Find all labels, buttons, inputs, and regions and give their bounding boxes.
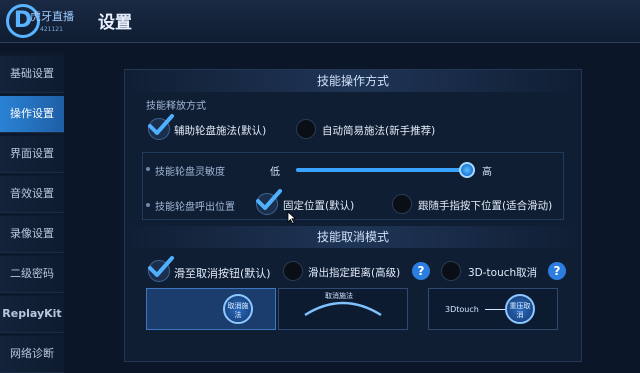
sidebar: 基础设置 操作设置 界面设置 音效设置 录像设置 二级密码 ReplayKit … [0,52,64,373]
sensitivity-label: 技能轮盘灵敏度 [155,167,225,178]
option-slide-distance-checkbox[interactable] [283,261,303,281]
preview-3dtouch: 3Dtouch 重压取消 [428,288,558,330]
bullet [146,203,150,207]
sidebar-item-basic[interactable]: 基础设置 [0,56,64,93]
sidebar-item-recording[interactable]: 录像设置 [0,216,64,253]
sidebar-item-network[interactable]: 网络诊断 [0,336,64,373]
option-auto-cast-label[interactable]: 自动简易施法(新手推荐) [322,123,435,138]
sensitivity-low-label: 低 [270,167,280,178]
checkmark-icon [256,189,282,210]
top-bar: D 虎牙直播 421121 设置 [0,0,640,43]
sidebar-item-password[interactable]: 二级密码 [0,256,64,293]
wheel-position-label: 技能轮盘呼出位置 [155,202,235,213]
option-assist-wheel-checkbox[interactable] [148,114,174,140]
help-3dtouch-icon[interactable]: ? [548,262,566,280]
sensitivity-slider[interactable] [296,168,472,172]
sidebar-item-replaykit[interactable]: ReplayKit [0,296,64,333]
huya-logo: D 虎牙直播 421121 [6,4,74,38]
section-skill-operation-title: 技能操作方式 [125,70,581,92]
mouse-cursor-icon [287,211,297,224]
option-3dtouch-label[interactable]: 3D-touch取消 [468,265,537,280]
sensitivity-high-label: 高 [482,167,492,178]
preview-slide-cancel: 取消施法 [146,288,276,330]
option-slide-cancel-checkbox[interactable] [148,256,174,282]
sensitivity-slider-knob[interactable] [458,162,475,178]
preview-slide-distance: 取消施法 [278,288,408,330]
page-title: 设置 [98,13,132,33]
option-follow-finger-checkbox[interactable] [392,194,412,214]
option-3dtouch-checkbox[interactable] [441,261,461,281]
3dtouch-label: 3Dtouch [445,305,479,314]
logo-text: 虎牙直播 [30,10,74,23]
cancel-cast-preview-button: 取消施法 [223,294,253,324]
sidebar-item-interface[interactable]: 界面设置 [0,136,64,173]
help-slide-distance-icon[interactable]: ? [412,262,430,280]
sidebar-item-sound[interactable]: 音效设置 [0,176,64,213]
bullet [146,167,150,171]
sidebar-item-operation[interactable]: 操作设置 [0,96,64,133]
option-follow-finger-label[interactable]: 跟随手指按下位置(适合滑动) [418,198,552,213]
checkmark-icon [148,114,174,135]
press-cancel-preview-button: 重压取消 [505,294,535,324]
checkmark-icon [148,256,174,277]
section-skill-cancel-title: 技能取消模式 [125,226,581,248]
arc-label: 取消施法 [325,292,353,300]
logo-sub: 421121 [40,26,63,33]
connector-line [485,309,505,310]
option-fixed-position-checkbox[interactable] [256,189,282,215]
release-mode-label: 技能释放方式 [146,101,206,112]
sensitivity-slider-fill [296,168,467,172]
option-assist-wheel-label[interactable]: 辅助轮盘施法(默认) [174,123,266,138]
option-slide-cancel-label[interactable]: 滑至取消按钮(默认) [174,265,271,281]
option-slide-distance-label[interactable]: 滑出指定距离(高级) [308,265,400,280]
option-auto-cast-checkbox[interactable] [296,119,316,139]
